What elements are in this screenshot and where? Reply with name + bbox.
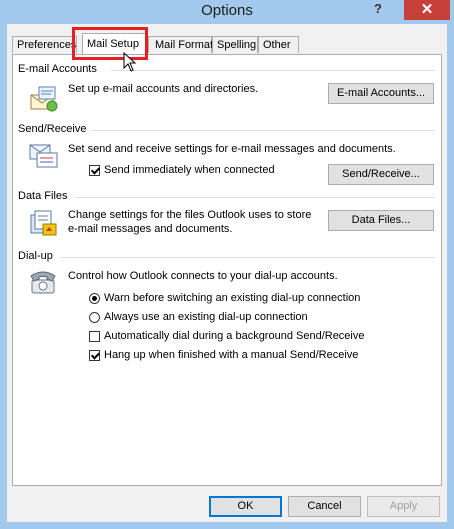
data-files-icon: [30, 210, 57, 236]
data-files-heading: Data Files: [18, 190, 68, 202]
email-accounts-icon: [30, 86, 58, 112]
apply-button[interactable]: Apply: [367, 496, 440, 517]
tab-preferences[interactable]: Preferences: [12, 36, 77, 53]
title-bar: Options ? ✕: [0, 0, 454, 24]
divider: [91, 130, 435, 131]
divider: [75, 197, 435, 198]
always-use-existing-radio[interactable]: [89, 312, 100, 323]
send-receive-icon: [29, 144, 58, 168]
data-files-button[interactable]: Data Files...: [328, 210, 434, 231]
mouse-cursor-icon: [123, 52, 137, 72]
email-accounts-description: Set up e-mail accounts and directories.: [68, 83, 259, 95]
hang-up-label: Hang up when finished with a manual Send…: [104, 349, 359, 361]
warn-before-switching-label: Warn before switching an existing dial-u…: [104, 292, 361, 304]
email-accounts-button[interactable]: E-mail Accounts...: [328, 83, 434, 104]
tab-spelling[interactable]: Spelling: [212, 36, 258, 53]
close-button[interactable]: ✕: [404, 0, 450, 20]
dialup-description: Control how Outlook connects to your dia…: [68, 270, 338, 282]
dialup-heading: Dial-up: [18, 250, 53, 262]
hang-up-checkbox[interactable]: [89, 350, 100, 361]
send-receive-heading: Send/Receive: [18, 123, 87, 135]
tab-other[interactable]: Other: [258, 36, 299, 53]
email-accounts-heading: E-mail Accounts: [18, 63, 97, 75]
mail-setup-panel: E-mail Accounts Set up e-mail accounts a…: [12, 54, 442, 486]
send-immediately-checkbox[interactable]: [89, 165, 100, 176]
send-receive-button[interactable]: Send/Receive...: [328, 164, 434, 185]
divider: [59, 257, 435, 258]
cancel-button[interactable]: Cancel: [288, 496, 361, 517]
send-immediately-label: Send immediately when connected: [104, 164, 275, 176]
divider: [111, 70, 435, 71]
auto-dial-label: Automatically dial during a background S…: [104, 330, 365, 342]
tab-mail-format[interactable]: Mail Format: [148, 36, 213, 53]
options-dialog: Options ? ✕ Preferences Mail Setup Mail …: [0, 0, 454, 529]
warn-before-switching-radio[interactable]: [89, 293, 100, 304]
telephone-icon: [30, 271, 56, 294]
data-files-description-line1: Change settings for the files Outlook us…: [68, 209, 312, 221]
help-button[interactable]: ?: [365, 0, 391, 20]
data-files-description-line2: e-mail messages and documents.: [68, 223, 233, 235]
ok-button[interactable]: OK: [209, 496, 282, 517]
always-use-existing-label: Always use an existing dial-up connectio…: [104, 311, 308, 323]
dialog-client: Preferences Mail Setup Mail Format Spell…: [7, 24, 447, 522]
send-receive-description: Set send and receive settings for e-mail…: [68, 143, 396, 155]
auto-dial-checkbox[interactable]: [89, 331, 100, 342]
